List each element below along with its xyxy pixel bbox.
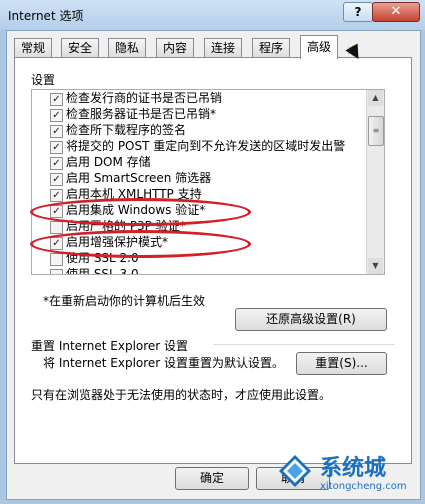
list-item: 使用 SSL 3.0 [66,267,139,275]
advanced-tab-panel: 设置 ✓ 检查发行商的证书是否已吊销 ✓ 检查服务器证书是否已吊销* ✓ 检查所… [14,57,412,464]
tab-programs[interactable]: 程序 [252,38,291,58]
checkbox-strict-p3p[interactable] [50,221,63,234]
tab-connections[interactable]: 连接 [204,38,243,58]
list-item: 检查发行商的证书是否已吊销 [66,91,223,105]
watermark-brand: 系统城 [320,456,387,481]
help-button[interactable]: ? [343,2,373,22]
checkbox-native-xmlhttp[interactable]: ✓ [50,189,63,202]
watermark-logo-icon [279,455,311,487]
tab-general[interactable]: 常规 [14,38,53,58]
restart-note: *在重新启动你的计算机后生效 [43,294,206,308]
list-item: 启用 SmartScreen 筛选器 [66,171,212,185]
checkbox-check-publisher-cert[interactable]: ✓ [50,93,63,106]
checkbox-ssl3[interactable] [50,269,63,274]
reset-button[interactable]: 重置(S)... [296,352,387,375]
down-arrow-icon[interactable]: ▼ [368,258,383,274]
reset-description: 将 Internet Explorer 设置重置为默认设置。 [43,356,285,370]
scrollbar-thumb[interactable]: ≡ [368,116,384,146]
checkbox-post-redirect-warn[interactable]: ✓ [50,141,63,154]
checkbox-ssl2[interactable] [50,253,63,266]
up-arrow-icon[interactable]: ▲ [368,90,383,106]
checkbox-dom-storage[interactable]: ✓ [50,157,63,170]
checkbox-check-server-cert[interactable]: ✓ [50,109,63,122]
tab-advanced[interactable]: 高级 [300,35,339,59]
ok-button[interactable]: 确定 [175,467,249,490]
section-divider [213,344,395,345]
list-item: 启用 DOM 存储 [66,155,151,169]
highlight-ellipse-enhanced-mode [30,230,251,258]
list-item: 将提交的 POST 重定向到不允许发送的区域时发出警 [66,139,346,153]
watermark-url: xitongcheng.com [320,481,407,492]
watermark: 系统城 xitongcheng.com [268,448,420,500]
tab-content[interactable]: 内容 [156,38,195,58]
reset-section-label: 重置 Internet Explorer 设置 [31,339,189,353]
settings-scrollbar[interactable]: ▲ ≡ ▼ [366,90,384,274]
window-title: Internet 选项 [8,9,84,23]
title-bar: Internet 选项 ? ✕ [0,0,425,30]
checkbox-check-signatures[interactable]: ✓ [50,125,63,138]
restore-advanced-settings-button[interactable]: 还原高级设置(R) [235,308,387,331]
reset-warning: 只有在浏览器处于无法使用的状态时，才应使用此设置。 [31,388,332,402]
checkbox-smartscreen[interactable]: ✓ [50,173,63,186]
close-button[interactable]: ✕ [372,2,420,22]
tab-security[interactable]: 安全 [61,38,100,58]
list-item: 检查服务器证书是否已吊销* [66,107,217,121]
tab-privacy[interactable]: 隐私 [108,38,147,58]
highlight-ellipse-windows-auth [30,198,251,226]
list-item: 检查所下载程序的签名 [66,123,187,137]
settings-section-label: 设置 [31,73,56,87]
